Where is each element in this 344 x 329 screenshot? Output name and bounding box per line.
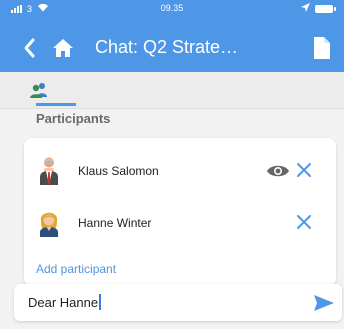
participants-icon: [30, 83, 47, 98]
active-tab-indicator: [36, 103, 76, 106]
avatar-female-icon: [34, 208, 64, 238]
send-icon: [314, 295, 334, 311]
home-icon: [53, 39, 73, 57]
document-icon: [314, 37, 330, 59]
location-icon: [301, 3, 310, 15]
message-composer: Dear Hanne: [14, 284, 342, 321]
add-participant-link[interactable]: Add participant: [36, 262, 116, 276]
page-title: Chat: Q2 Strate…: [95, 37, 239, 57]
document-button[interactable]: [313, 36, 331, 60]
chevron-left-icon: [24, 38, 35, 58]
status-right: [301, 3, 336, 15]
participant-name: Hanne Winter: [78, 216, 152, 230]
view-button[interactable]: [266, 164, 290, 178]
close-icon: [297, 215, 311, 229]
battery-icon: [315, 5, 336, 13]
remove-participant-button[interactable]: [296, 162, 312, 178]
send-button[interactable]: [313, 294, 335, 312]
app-header: 3 09.35 Chat: Q2 Strate…: [0, 0, 344, 72]
message-input-value: Dear Hanne: [28, 294, 99, 310]
close-icon: [297, 163, 311, 177]
nav-bar: Chat: Q2 Strate…: [0, 29, 344, 67]
participant-row[interactable]: Klaus Salomon: [24, 148, 336, 194]
status-bar: 3 09.35: [0, 0, 344, 16]
status-time: 09.35: [160, 3, 184, 13]
message-input[interactable]: Dear Hanne: [28, 294, 102, 310]
participants-card: Klaus Salomon Hanne Winter Add participa…: [24, 138, 336, 286]
participant-name: Klaus Salomon: [78, 164, 159, 178]
tab-participants[interactable]: [18, 78, 76, 106]
remove-participant-button[interactable]: [296, 214, 312, 230]
section-title: Participants: [36, 111, 111, 126]
avatar-male-icon: [34, 156, 64, 186]
eye-icon: [267, 165, 289, 177]
tab-bar: [0, 72, 344, 109]
text-caret: [99, 294, 102, 310]
home-button[interactable]: [52, 37, 74, 59]
back-button[interactable]: [22, 37, 38, 59]
participant-row[interactable]: Hanne Winter: [24, 200, 336, 246]
